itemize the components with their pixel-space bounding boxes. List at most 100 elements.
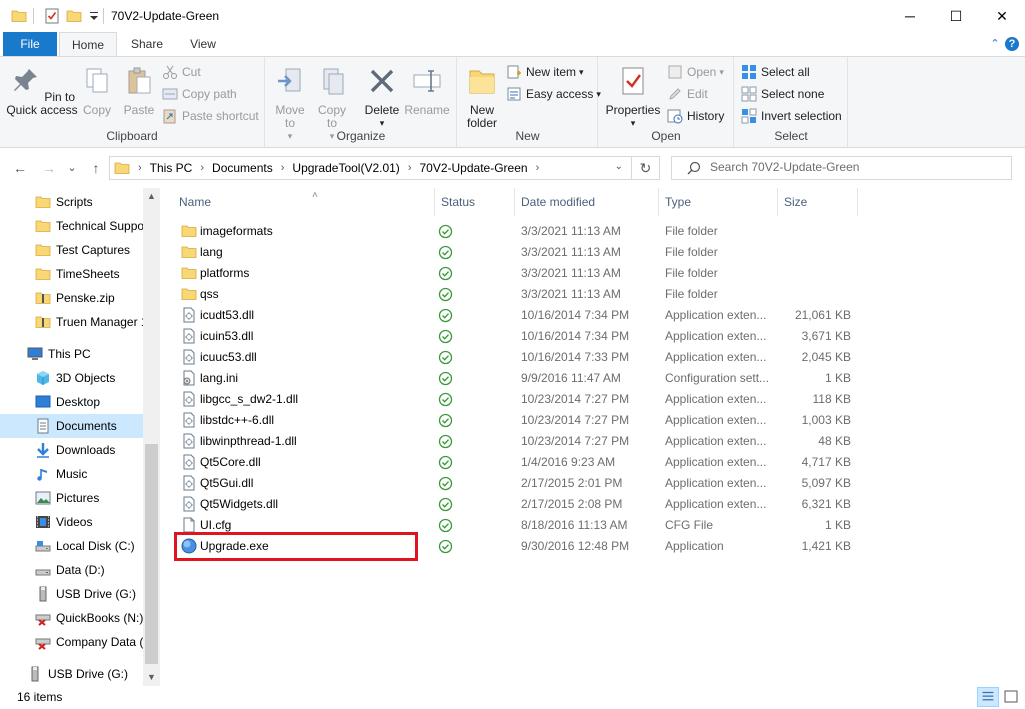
- scrollbar-thumb[interactable]: [145, 444, 158, 664]
- history-button[interactable]: History: [667, 106, 724, 126]
- column-header-type[interactable]: Type: [659, 188, 778, 216]
- easy-access-icon: [507, 87, 521, 101]
- column-header-size[interactable]: Size: [778, 188, 858, 216]
- file-row[interactable]: libstdc++-6.dll 10/23/2014 7:27 PM Applica…: [171, 410, 857, 431]
- address-dropdown-icon[interactable]: ⌄: [615, 161, 623, 172]
- file-row[interactable]: Qt5Widgets.dll 2/17/2015 2:08 PM Applicati…: [171, 494, 857, 515]
- breadcrumb-documents[interactable]: Documents: [212, 161, 273, 175]
- delete-button[interactable]: Delete ▾: [360, 65, 404, 130]
- nav-item[interactable]: QuickBooks (N:): [0, 606, 143, 630]
- nav-item[interactable]: Scripts: [0, 190, 143, 214]
- open-button[interactable]: Open ▾: [667, 62, 724, 82]
- nav-item[interactable]: 3D Objects: [0, 366, 143, 390]
- new-folder-quick-icon[interactable]: [66, 8, 82, 24]
- tab-view[interactable]: View: [178, 32, 228, 56]
- nav-item[interactable]: Desktop: [0, 390, 143, 414]
- breadcrumb-separator[interactable]: ›: [200, 162, 204, 174]
- paste-shortcut-button[interactable]: Paste shortcut: [162, 106, 259, 126]
- details-view-icon[interactable]: [977, 687, 999, 707]
- properties-button[interactable]: Properties ▾: [605, 65, 661, 130]
- new-folder-button[interactable]: New folder: [462, 65, 502, 130]
- nav-pane-scrollbar[interactable]: ▲ ▼: [143, 188, 160, 686]
- file-row[interactable]: platforms 3/3/2021 11:13 AM File folder: [171, 263, 857, 284]
- file-type: Application exten...: [665, 329, 767, 343]
- minimize-button[interactable]: ─: [887, 0, 933, 32]
- breadcrumb-current-folder[interactable]: 70V2-Update-Green: [419, 161, 527, 175]
- back-button[interactable]: ←: [10, 158, 30, 178]
- nav-item[interactable]: USB Drive (G:): [0, 662, 143, 686]
- column-header-name[interactable]: Name ˄: [173, 188, 435, 216]
- recent-locations-button[interactable]: ⌄: [62, 158, 82, 178]
- nav-item[interactable]: Pictures: [0, 486, 143, 510]
- nav-item[interactable]: USB Drive (G:): [0, 582, 143, 606]
- copy-button[interactable]: Copy: [80, 65, 114, 117]
- scroll-down-arrow[interactable]: ▼: [143, 669, 160, 686]
- breadcrumb-separator[interactable]: ›: [408, 162, 412, 174]
- file-row[interactable]: icudt53.dll 10/16/2014 7:34 PM Application…: [171, 305, 857, 326]
- tab-share[interactable]: Share: [121, 32, 173, 56]
- up-button[interactable]: ↑: [86, 158, 106, 178]
- select-all-button[interactable]: Select all: [741, 62, 810, 82]
- breadcrumb-upgradetool[interactable]: UpgradeTool(V2.01): [292, 161, 399, 175]
- file-row[interactable]: lang.ini 9/9/2016 11:47 AM Configuration s…: [171, 368, 857, 389]
- close-button[interactable]: ✕: [979, 0, 1025, 32]
- file-row[interactable]: lang 3/3/2021 11:13 AM File folder: [171, 242, 857, 263]
- nav-item[interactable]: Company Data (: [0, 630, 143, 654]
- nav-item-label: This PC: [48, 347, 91, 361]
- column-header-status[interactable]: Status: [435, 188, 515, 216]
- breadcrumb-this-pc[interactable]: This PC: [150, 161, 193, 175]
- paste-button[interactable]: Paste: [120, 65, 158, 117]
- new-item-button[interactable]: New item ▾: [506, 62, 584, 82]
- nav-item[interactable]: Data (D:): [0, 558, 143, 582]
- nav-item[interactable]: Downloads: [0, 438, 143, 462]
- properties-quick-icon[interactable]: [44, 8, 60, 24]
- file-row[interactable]: libgcc_s_dw2-1.dll 10/23/2014 7:27 PM Appl…: [171, 389, 857, 410]
- file-row[interactable]: icuuc53.dll 10/16/2014 7:33 PM Application…: [171, 347, 857, 368]
- help-icon[interactable]: ?: [1005, 37, 1019, 51]
- file-row[interactable]: Qt5Core.dll 1/4/2016 9:23 AM Application e…: [171, 452, 857, 473]
- file-row[interactable]: qss 3/3/2021 11:13 AM File folder: [171, 284, 857, 305]
- scroll-up-arrow[interactable]: ▲: [143, 188, 160, 205]
- nav-item[interactable]: This PC: [0, 342, 143, 366]
- pin-to-quick-access-button[interactable]: Pin to Quick access: [6, 65, 78, 117]
- cut-button[interactable]: Cut: [162, 62, 201, 82]
- nav-item[interactable]: Truen Manager 1: [0, 310, 143, 334]
- file-row[interactable]: imageformats 3/3/2021 11:13 AM File folder: [171, 221, 857, 242]
- tab-home[interactable]: Home: [59, 32, 117, 57]
- nav-item[interactable]: Documents: [0, 414, 143, 438]
- file-row[interactable]: libwinpthread-1.dll 10/23/2014 7:27 PM App…: [171, 431, 857, 452]
- rename-button[interactable]: Rename: [404, 65, 450, 117]
- search-box[interactable]: [671, 156, 1012, 180]
- edit-button[interactable]: Edit: [667, 84, 708, 104]
- forward-button[interactable]: →: [39, 158, 59, 178]
- large-icons-view-icon[interactable]: [1000, 687, 1022, 707]
- nav-item[interactable]: TimeSheets: [0, 262, 143, 286]
- address-bar[interactable]: › This PC › Documents › UpgradeTool(V2.0…: [109, 156, 660, 180]
- refresh-button[interactable]: ↻: [631, 157, 659, 179]
- file-row[interactable]: icuin53.dll 10/16/2014 7:34 PM Application…: [171, 326, 857, 347]
- nav-item[interactable]: Videos: [0, 510, 143, 534]
- nav-item[interactable]: Technical Suppo: [0, 214, 143, 238]
- file-size: [771, 263, 851, 284]
- breadcrumb-separator[interactable]: ›: [536, 162, 540, 174]
- tab-file[interactable]: File: [3, 32, 57, 56]
- select-none-button[interactable]: Select none: [741, 84, 824, 104]
- nav-item[interactable]: Local Disk (C:): [0, 534, 143, 558]
- breadcrumb-separator[interactable]: ›: [281, 162, 285, 174]
- search-input[interactable]: [710, 160, 1000, 174]
- invert-selection-button[interactable]: Invert selection: [741, 106, 842, 126]
- nav-item-label: Documents: [56, 419, 117, 433]
- nav-item[interactable]: Music: [0, 462, 143, 486]
- collapse-ribbon-icon[interactable]: ⌃: [987, 36, 1003, 52]
- maximize-button[interactable]: ☐: [933, 0, 979, 32]
- file-row[interactable]: Qt5Gui.dll 2/17/2015 2:01 PM Application e…: [171, 473, 857, 494]
- customize-quick-access-icon[interactable]: [86, 8, 102, 24]
- select-group-label: Select: [774, 129, 808, 143]
- file-name: libgcc_s_dw2-1.dll: [200, 392, 299, 406]
- folder-icon: [114, 162, 130, 174]
- column-header-date[interactable]: Date modified: [515, 188, 659, 216]
- easy-access-button[interactable]: Easy access ▾: [506, 84, 601, 104]
- nav-item[interactable]: Penske.zip: [0, 286, 143, 310]
- nav-item[interactable]: Test Captures: [0, 238, 143, 262]
- copy-path-button[interactable]: Copy path: [162, 84, 237, 104]
